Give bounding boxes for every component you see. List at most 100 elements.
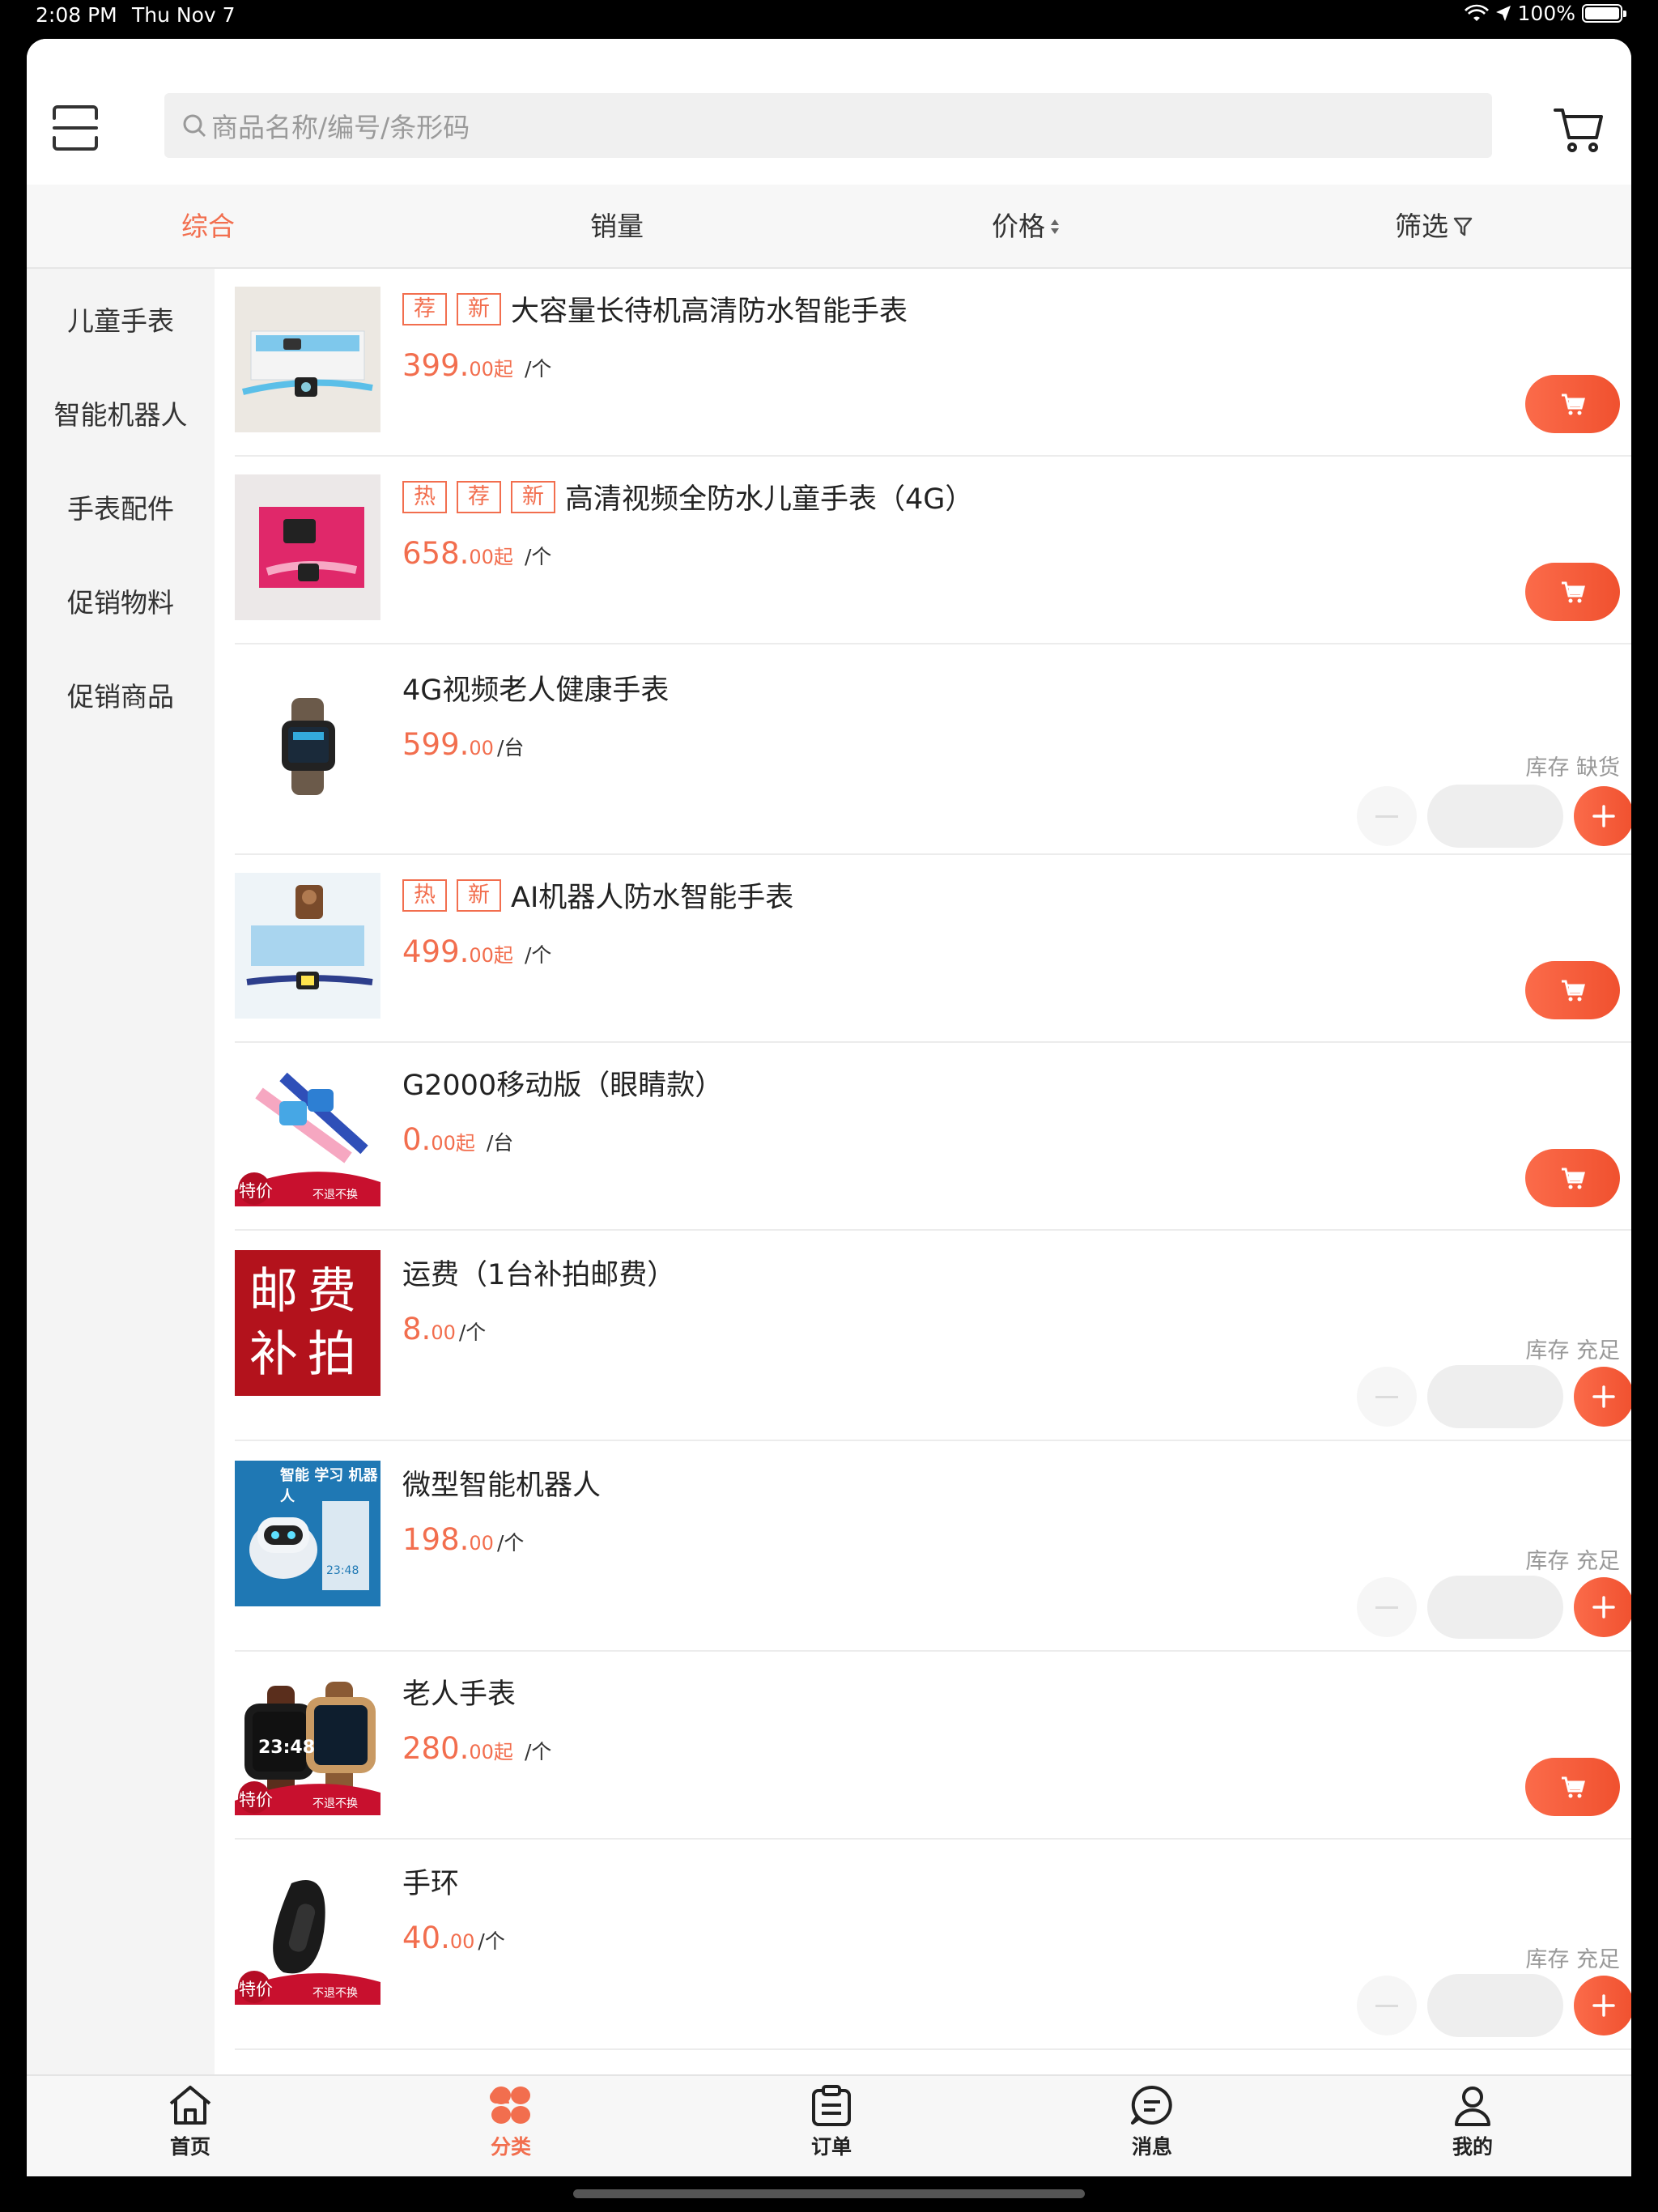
status-time: 2:08 PM bbox=[36, 3, 117, 27]
tab-profile[interactable]: 我的 bbox=[1424, 2084, 1521, 2160]
product-image: 特价 不退不换 bbox=[235, 1061, 380, 1206]
sort-sales[interactable]: 销量 bbox=[590, 185, 644, 269]
tab-orders[interactable]: 订单 bbox=[783, 2084, 880, 2160]
price-decimal: 00 bbox=[469, 737, 494, 759]
category-item-promo-materials[interactable]: 促销物料 bbox=[27, 581, 215, 620]
quantity-decrease-button[interactable] bbox=[1357, 786, 1417, 846]
category-sidebar: 儿童手表 智能机器人 手表配件 促销物料 促销商品 bbox=[27, 269, 215, 2082]
profile-icon bbox=[1455, 2087, 1490, 2126]
product-title-row: 荐 新 大容量长待机高清防水智能手表 bbox=[402, 288, 908, 330]
scan-button[interactable] bbox=[51, 104, 100, 152]
sale-ribbon-text: 不退不换 bbox=[312, 1797, 358, 1810]
product-title-row: 老人手表 bbox=[402, 1671, 516, 1712]
product-title: AI机器人防水智能手表 bbox=[511, 882, 794, 914]
tag-hot: 热 bbox=[402, 480, 447, 513]
sort-comprehensive[interactable]: 综合 bbox=[181, 185, 235, 269]
product-title: 大容量长待机高清防水智能手表 bbox=[511, 296, 908, 328]
location-icon bbox=[1495, 5, 1511, 21]
quantity-increase-button[interactable] bbox=[1574, 1367, 1631, 1427]
quantity-decrease-button[interactable] bbox=[1357, 1367, 1417, 1427]
stock-status: 库存 充足 bbox=[1525, 1338, 1620, 1363]
quantity-decrease-button[interactable] bbox=[1357, 1577, 1417, 1637]
postage-char: 邮 bbox=[249, 1263, 298, 1320]
plus-icon bbox=[1592, 1596, 1615, 1619]
product-item[interactable]: 特价 不退不换 手环 40. 00 /个 库存 充足 bbox=[235, 1840, 1631, 2050]
category-item-promo-products[interactable]: 促销商品 bbox=[27, 675, 215, 714]
sale-ribbon-text: 不退不换 bbox=[312, 1987, 358, 2000]
tab-home[interactable]: 首页 bbox=[142, 2084, 239, 2160]
product-price: 399. 00起 /个 bbox=[402, 348, 551, 383]
quantity-increase-button[interactable] bbox=[1574, 786, 1631, 846]
product-image: 特价 不退不换 bbox=[235, 1859, 380, 2005]
tab-profile-label: 我的 bbox=[1452, 2135, 1493, 2159]
product-item[interactable]: 特价 不退不换 G2000移动版（眼睛款） 0. 00起 /台 bbox=[235, 1043, 1631, 1231]
cart-icon bbox=[1561, 1776, 1585, 1798]
add-to-cart-button[interactable] bbox=[1525, 563, 1620, 621]
quantity-input[interactable] bbox=[1427, 1576, 1563, 1639]
product-title: 高清视频全防水儿童手表（4G） bbox=[565, 483, 974, 516]
product-title: 微型智能机器人 bbox=[402, 1470, 602, 1502]
price-decimal: 00 bbox=[469, 1532, 494, 1555]
quantity-increase-button[interactable] bbox=[1574, 1577, 1631, 1637]
home-indicator[interactable] bbox=[573, 2189, 1085, 2198]
category-item-watch-accessories[interactable]: 手表配件 bbox=[27, 487, 215, 526]
product-price: 8. 00 /个 bbox=[402, 1312, 486, 1346]
category-icon bbox=[490, 2087, 530, 2124]
quantity-decrease-button[interactable] bbox=[1357, 1976, 1417, 2035]
tab-messages[interactable]: 消息 bbox=[1103, 2084, 1201, 2160]
product-item[interactable]: 热 荐 新 高清视频全防水儿童手表（4G） 658. 00起 /个 bbox=[235, 457, 1631, 644]
tag-hot: 热 bbox=[402, 878, 447, 912]
cart-button[interactable] bbox=[1553, 105, 1605, 154]
product-price: 499. 00起 /个 bbox=[402, 934, 551, 969]
product-image: 智能 学习 机器人 23:48 bbox=[235, 1461, 380, 1606]
plus-icon bbox=[1592, 1994, 1615, 2017]
product-title-row: 热 荐 新 高清视频全防水儿童手表（4G） bbox=[402, 476, 973, 517]
search-bar[interactable]: 商品名称/编号/条形码 bbox=[164, 93, 1492, 158]
price-decimal: 00起 bbox=[469, 546, 513, 568]
product-item[interactable]: 23:48 特价 不退不换 老人手表 280. 00起 /个 bbox=[235, 1652, 1631, 1840]
sale-badge: 特价 bbox=[239, 1980, 273, 1999]
tab-category-label: 分类 bbox=[490, 2135, 531, 2159]
sort-price[interactable]: 价格 bbox=[992, 185, 1060, 269]
product-price: 280. 00起 /个 bbox=[402, 1731, 551, 1766]
sort-comprehensive-label: 综合 bbox=[181, 211, 235, 242]
product-item[interactable]: 智能 学习 机器人 23:48 微型智能机器人 198. 00 /个 库存 充足 bbox=[235, 1441, 1631, 1652]
product-item[interactable]: 4G视频老人健康手表 599. 00 /台 库存 缺货 bbox=[235, 644, 1631, 855]
wifi-icon bbox=[1464, 4, 1489, 21]
product-item[interactable]: 热 新 AI机器人防水智能手表 499. 00起 /个 bbox=[235, 855, 1631, 1043]
add-to-cart-button[interactable] bbox=[1525, 1758, 1620, 1816]
quantity-increase-button[interactable] bbox=[1574, 1976, 1631, 2035]
category-item-kids-watch[interactable]: 儿童手表 bbox=[27, 300, 215, 338]
product-price: 0. 00起 /台 bbox=[402, 1122, 513, 1157]
product-title: 老人手表 bbox=[402, 1678, 517, 1711]
quantity-input[interactable] bbox=[1427, 785, 1563, 848]
filter-icon bbox=[1453, 217, 1473, 236]
product-item[interactable]: 邮 费 补 拍 运费（1台补拍邮费） 8. 00 /个 库存 充足 bbox=[235, 1231, 1631, 1441]
scan-icon bbox=[53, 105, 98, 151]
product-image bbox=[235, 474, 380, 620]
sale-badge: 特价 bbox=[239, 1790, 273, 1810]
sort-filter[interactable]: 筛选 bbox=[1395, 185, 1473, 269]
bottom-tab-bar: 首页 分类 订单 消息 我的 bbox=[27, 2074, 1631, 2176]
cart-icon bbox=[1561, 581, 1585, 603]
tab-messages-label: 消息 bbox=[1131, 2135, 1172, 2159]
category-item-smart-robot[interactable]: 智能机器人 bbox=[27, 393, 215, 432]
tag-new: 新 bbox=[457, 292, 501, 325]
add-to-cart-button[interactable] bbox=[1525, 961, 1620, 1019]
add-to-cart-button[interactable] bbox=[1525, 1149, 1620, 1207]
tab-category[interactable]: 分类 bbox=[462, 2084, 559, 2160]
add-to-cart-button[interactable] bbox=[1525, 375, 1620, 433]
quantity-input[interactable] bbox=[1427, 1365, 1563, 1428]
tag-recommend: 荐 bbox=[402, 292, 447, 325]
watch-screen-time: 23:48 bbox=[258, 1738, 316, 1758]
quantity-input[interactable] bbox=[1427, 1974, 1563, 2037]
app-window: 商品名称/编号/条形码 综合 销量 价格 筛选 儿童手表 智能机器人 手表配件 … bbox=[27, 39, 1631, 2176]
product-image: 邮 费 补 拍 bbox=[235, 1250, 380, 1396]
price-decimal: 00 bbox=[449, 1930, 475, 1953]
product-item[interactable]: 荐 新 大容量长待机高清防水智能手表 399. 00起 /个 bbox=[235, 269, 1631, 457]
tag-recommend: 荐 bbox=[457, 480, 501, 513]
message-icon bbox=[1131, 2085, 1172, 2125]
product-image bbox=[235, 287, 380, 432]
minus-icon bbox=[1375, 1395, 1398, 1398]
plus-icon bbox=[1592, 805, 1615, 827]
